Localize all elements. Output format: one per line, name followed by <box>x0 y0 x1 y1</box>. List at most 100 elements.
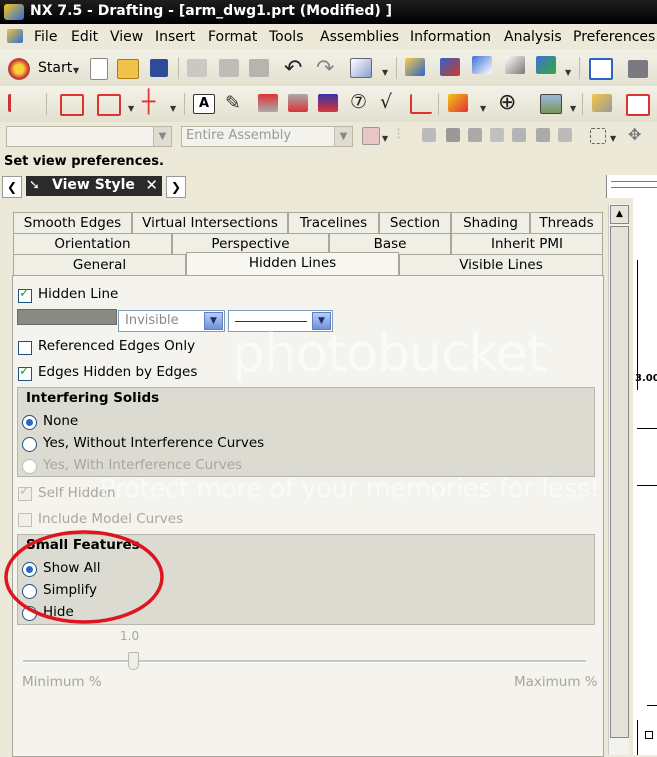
interfering-without-curves-radio[interactable] <box>22 437 37 452</box>
referenced-edges-checkbox[interactable] <box>18 341 32 355</box>
weld-symbol-icon[interactable] <box>410 94 432 114</box>
interfering-none-label: None <box>43 413 79 429</box>
tab-visible-lines[interactable]: Visible Lines <box>399 254 603 275</box>
chevron-down-icon[interactable]: ▼ <box>153 127 171 146</box>
base-view-icon[interactable] <box>60 94 84 116</box>
self-hidden-checkbox <box>18 484 32 501</box>
tab-shading[interactable]: Shading <box>451 212 530 233</box>
menu-analysis[interactable]: Analysis <box>504 29 562 45</box>
menu-tools[interactable]: Tools <box>269 29 304 45</box>
target-point-icon[interactable]: ⊕ <box>498 90 516 115</box>
close-icon[interactable]: ✕ <box>145 176 158 194</box>
render-style-icon[interactable] <box>628 60 648 78</box>
datum-target-icon[interactable] <box>288 94 308 112</box>
menu-edit[interactable]: Edit <box>71 29 98 45</box>
line-font-dropdown[interactable]: Invisible ▼ <box>118 310 225 332</box>
feature-control-icon[interactable]: ✎ <box>225 92 241 114</box>
scroll-up-arrow-icon[interactable]: ▲ <box>610 205 629 224</box>
table-icon[interactable] <box>626 94 650 116</box>
undo-icon[interactable]: ↶ <box>284 56 302 81</box>
projected-view-icon[interactable] <box>97 94 121 116</box>
type-filter-dropdown[interactable]: ▼ <box>6 126 172 147</box>
tab-inherit-pmi[interactable]: Inherit PMI <box>451 233 603 254</box>
id-symbol-icon[interactable]: ⑦ <box>350 91 367 113</box>
nx-app-icon <box>4 4 24 20</box>
edit-style-icon[interactable] <box>592 94 612 112</box>
crosshatch-icon[interactable] <box>448 94 468 112</box>
cut-icon[interactable] <box>187 59 207 77</box>
snap-point-icon[interactable] <box>440 58 460 76</box>
vertical-dim-icon[interactable] <box>8 94 31 112</box>
tab-virtual-intersections[interactable]: Virtual Intersections <box>132 212 288 233</box>
filter-icon[interactable]: ⁝ <box>396 124 401 143</box>
dialog-scrollbar[interactable]: ▲ <box>608 204 629 755</box>
tab-section[interactable]: Section <box>379 212 451 233</box>
select-sheet-icon[interactable] <box>536 128 550 142</box>
menu-format[interactable]: Format <box>208 29 257 45</box>
tolerance-slider[interactable] <box>23 652 586 670</box>
interfering-none-radio[interactable] <box>22 415 37 430</box>
copy-icon[interactable] <box>219 59 239 77</box>
rectangle-select-icon[interactable] <box>590 128 606 144</box>
save-icon[interactable] <box>150 59 168 77</box>
symbol-icon[interactable] <box>318 94 338 112</box>
select-face-icon[interactable] <box>468 128 482 142</box>
menu-view[interactable]: View <box>110 29 143 45</box>
scroll-thumb[interactable] <box>610 226 629 738</box>
menu-app-icon[interactable] <box>7 29 23 43</box>
show-hide-icon[interactable] <box>405 58 425 76</box>
redo-icon[interactable]: ↷ <box>316 56 334 81</box>
interfering-with-curves-label: Yes, With Interference Curves <box>43 457 243 473</box>
slider-thumb[interactable] <box>128 652 139 670</box>
menu-assemblies[interactable]: Assemblies <box>320 29 399 45</box>
dialog-title-tab[interactable]: ➘ View Style ✕ <box>26 176 162 196</box>
menu-insert[interactable]: Insert <box>155 29 195 45</box>
tab-general[interactable]: General <box>13 254 186 275</box>
cursor-snap-icon[interactable] <box>505 56 525 74</box>
feature-snap-icon[interactable] <box>536 56 556 74</box>
menu-information[interactable]: Information <box>410 29 491 45</box>
tab-hidden-lines[interactable]: Hidden Lines <box>186 252 399 275</box>
chevron-left-icon[interactable]: ❮ <box>2 176 22 198</box>
select-body-icon[interactable] <box>512 128 526 142</box>
object-snap-icon[interactable] <box>472 56 492 74</box>
crosshair-icon[interactable]: ✥ <box>628 125 641 144</box>
fit-view-icon[interactable] <box>589 58 613 80</box>
tab-tracelines[interactable]: Tracelines <box>288 212 379 233</box>
standard-toolbar: Start ▼ ↶ ↷ ▼ ▼ <box>0 50 657 87</box>
centerline-icon[interactable]: ┼ <box>142 90 155 115</box>
tab-orientation[interactable]: Orientation <box>13 233 172 254</box>
new-file-icon[interactable] <box>90 58 108 80</box>
edges-hidden-checkbox[interactable] <box>18 364 32 381</box>
chevron-down-icon[interactable]: ▼ <box>334 127 352 146</box>
paste-icon[interactable] <box>249 59 269 77</box>
tab-base[interactable]: Base <box>329 233 451 254</box>
select-feature-icon[interactable] <box>558 128 572 142</box>
chevron-right-icon[interactable]: ❯ <box>166 176 186 198</box>
tab-perspective[interactable]: Perspective <box>172 233 329 254</box>
select-curve-icon[interactable] <box>422 128 436 142</box>
color-swatch[interactable] <box>17 309 117 325</box>
chevron-down-icon[interactable]: ▼ <box>73 66 79 75</box>
open-folder-icon[interactable] <box>117 59 139 79</box>
interfering-without-curves-label: Yes, Without Interference Curves <box>43 435 265 451</box>
image-icon[interactable] <box>540 94 562 114</box>
select-tool-icon[interactable] <box>350 58 372 78</box>
start-icon[interactable] <box>8 58 30 80</box>
hidden-line-label: Hidden Line <box>38 286 119 302</box>
chevron-down-icon[interactable]: ▼ <box>204 312 223 330</box>
menu-file[interactable]: File <box>34 29 57 45</box>
selection-intent-icon[interactable] <box>362 127 380 145</box>
surface-finish-icon[interactable]: √ <box>380 91 392 113</box>
select-solid-icon[interactable] <box>446 128 460 142</box>
datum-feature-icon[interactable] <box>258 94 278 112</box>
referenced-edges-label: Referenced Edges Only <box>38 338 196 354</box>
hidden-line-checkbox[interactable] <box>18 286 32 303</box>
scope-dropdown[interactable]: Entire Assembly ▼ <box>181 126 353 147</box>
tab-threads[interactable]: Threads <box>530 212 603 233</box>
tab-smooth-edges[interactable]: Smooth Edges <box>13 212 132 233</box>
select-edge-icon[interactable] <box>490 128 504 142</box>
note-icon[interactable]: A <box>193 94 215 114</box>
start-label[interactable]: Start <box>38 60 72 76</box>
menu-preferences[interactable]: Preferences <box>573 29 655 45</box>
